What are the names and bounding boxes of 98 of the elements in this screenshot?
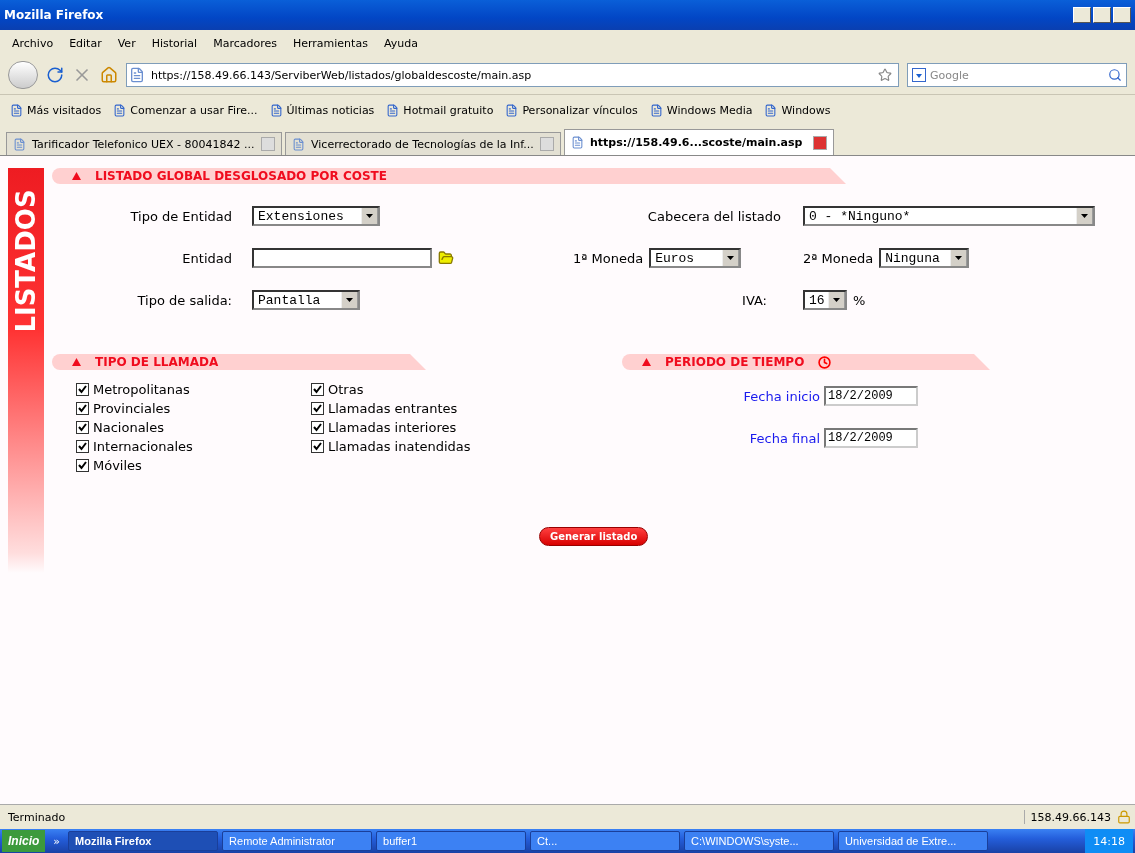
triangle-icon	[642, 358, 651, 366]
status-host: 158.49.66.143	[1030, 810, 1111, 824]
date-input[interactable]: 18/2/2009	[824, 428, 918, 448]
unit-label: %	[853, 292, 866, 308]
checkbox-label: Llamadas interiores	[328, 420, 457, 435]
checkbox-label: Llamadas inatendidas	[328, 439, 471, 454]
field-label: Fecha final	[749, 430, 820, 446]
field-label: Cabecera del listado	[647, 208, 782, 224]
menu-item[interactable]: Ayuda	[383, 36, 418, 50]
field-label: Tipo de Entidad	[130, 208, 232, 224]
generate-button[interactable]: Generar listado	[539, 527, 649, 546]
checkbox[interactable]	[76, 440, 89, 453]
bookmark-link[interactable]: Comenzar a usar Fire...	[113, 103, 258, 117]
menu-item[interactable]: Ver	[117, 36, 136, 50]
field-label: Tipo de salida:	[137, 292, 232, 308]
checkbox[interactable]	[76, 459, 89, 472]
taskbar-item[interactable]: Remote Administrator	[222, 831, 373, 851]
bookmark-link[interactable]: Últimas noticias	[269, 103, 375, 117]
checkbox-label: Otras	[328, 382, 364, 397]
quick-launch-more[interactable]: »	[49, 834, 65, 848]
bookmark-link[interactable]: Windows Media	[649, 103, 753, 117]
minimize-button[interactable]	[1073, 7, 1091, 23]
dropdown[interactable]: Ninguna	[879, 248, 970, 268]
menu-item[interactable]: Herramientas	[292, 36, 368, 50]
page-icon	[386, 103, 400, 117]
section-header: TIPO DE LLAMADA	[52, 354, 426, 370]
url-field[interactable]: https://158.49.66.143/ServiberWeb/listados/globaldescoste/main.asp	[126, 63, 899, 87]
menu-item[interactable]: Editar	[69, 36, 102, 50]
dropdown[interactable]: Euros	[649, 248, 742, 268]
page-icon	[505, 103, 519, 117]
menu-item[interactable]: Archivo	[12, 36, 54, 50]
field-label: 1ª Moneda	[573, 250, 644, 266]
page-icon	[13, 137, 26, 151]
search-field[interactable]: Google	[907, 63, 1127, 87]
browser-tab[interactable]: https://158.49.6...scoste/main.asp	[564, 129, 834, 155]
search-icon[interactable]	[1108, 68, 1122, 82]
checkbox[interactable]	[311, 421, 324, 434]
page-icon	[10, 103, 23, 117]
folder-icon[interactable]	[438, 250, 454, 266]
browser-tab[interactable]: Vicerrectorado de Tecnologías de la Inf...	[285, 132, 561, 155]
page-icon	[129, 67, 145, 83]
taskbar-item[interactable]: Ct...	[530, 831, 681, 851]
bookmark-link[interactable]: Hotmail gratuito	[386, 103, 494, 117]
bookmark-link[interactable]: Windows	[764, 103, 831, 117]
window-title: Mozilla Firefox	[4, 8, 104, 22]
clock-text: 14:18	[1093, 834, 1125, 848]
reload-icon[interactable]	[46, 66, 64, 84]
taskbar-item[interactable]: C:\WINDOWS\syste...	[684, 831, 835, 851]
triangle-icon	[72, 172, 81, 180]
sidebar-title: LISTADOS	[11, 189, 41, 333]
date-input[interactable]: 18/2/2009	[824, 386, 918, 406]
browser-tab[interactable]: Tarificador Telefonico UEX - 80041842 ...	[6, 132, 282, 155]
checkbox-label: Internacionales	[93, 439, 193, 454]
menu-item[interactable]: Marcadores	[213, 36, 277, 50]
bookmark-link[interactable]: Más visitados	[10, 103, 102, 117]
triangle-icon	[72, 358, 81, 366]
field-label: 2ª Moneda	[803, 250, 874, 266]
checkbox-label: Llamadas entrantes	[328, 401, 458, 416]
lock-icon	[1117, 810, 1131, 824]
taskbar-item[interactable]: buffer1	[376, 831, 527, 851]
page-icon	[571, 136, 584, 149]
entity-input[interactable]	[252, 248, 432, 268]
status-text: Terminado	[8, 810, 66, 824]
maximize-button[interactable]	[1093, 7, 1111, 23]
page-icon	[764, 103, 778, 117]
dropdown[interactable]: 0 - *Ninguno*	[803, 206, 1095, 226]
checkbox[interactable]	[76, 402, 89, 415]
dropdown[interactable]: 16	[803, 290, 847, 310]
section-header: PERIODO DE TIEMPO	[622, 354, 990, 370]
checkbox-label: Nacionales	[93, 420, 164, 435]
page-icon	[649, 103, 663, 117]
taskbar-item[interactable]: Universidad de Extre...	[838, 831, 989, 851]
checkbox[interactable]	[311, 440, 324, 453]
checkbox-label: Metropolitanas	[93, 382, 190, 397]
field-label: Fecha inicio	[743, 388, 820, 404]
page-icon	[113, 103, 127, 117]
page-icon	[269, 103, 283, 117]
menu-item[interactable]: Historial	[151, 36, 198, 50]
checkbox-label: Provinciales	[93, 401, 171, 416]
search-engine-icon[interactable]	[912, 68, 926, 82]
checkbox[interactable]	[311, 383, 324, 396]
dropdown[interactable]: Pantalla	[252, 290, 360, 310]
taskbar-item[interactable]: Mozilla Firefox	[68, 831, 219, 851]
checkbox[interactable]	[311, 402, 324, 415]
tab-close-icon[interactable]	[813, 135, 827, 150]
close-button[interactable]	[1113, 7, 1131, 23]
checkbox-label: Móviles	[93, 458, 142, 473]
bookmark-link[interactable]: Personalizar vínculos	[505, 103, 638, 117]
page-icon	[292, 137, 305, 151]
star-icon[interactable]	[878, 68, 892, 82]
start-button[interactable]: Inicio	[2, 830, 46, 852]
checkbox[interactable]	[76, 421, 89, 434]
field-label: Entidad	[182, 250, 232, 266]
clock-icon	[818, 355, 832, 369]
section-header: LISTADO GLOBAL DESGLOSADO POR COSTE	[52, 168, 846, 184]
dropdown[interactable]: Extensiones	[252, 206, 380, 226]
checkbox[interactable]	[76, 383, 89, 396]
field-label: IVA:	[742, 292, 768, 308]
